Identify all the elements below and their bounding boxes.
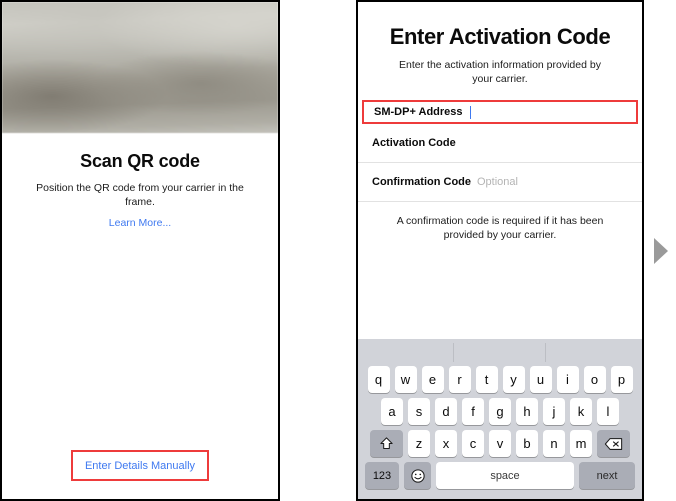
- keyboard-row-3: zxcvbnm: [358, 430, 642, 457]
- suggestion-divider-1: [453, 343, 454, 362]
- key-y[interactable]: y: [502, 366, 525, 393]
- key-c[interactable]: c: [462, 430, 484, 457]
- key-i[interactable]: i: [556, 366, 579, 393]
- keyboard-row-2: asdfghjkl: [358, 398, 642, 425]
- confirmation-code-note: A confirmation code is required if it ha…: [396, 215, 604, 241]
- key-e[interactable]: e: [421, 366, 444, 393]
- key-u[interactable]: u: [529, 366, 552, 393]
- keyboard-row-1: qwertyuiop: [358, 366, 642, 393]
- scan-qr-content: Scan QR code Position the QR code from y…: [2, 151, 278, 231]
- key-k[interactable]: k: [570, 398, 592, 425]
- keyboard-row-3-letters: zxcvbnm: [408, 430, 592, 457]
- key-r[interactable]: r: [448, 366, 471, 393]
- right-arrow-icon: [654, 238, 668, 264]
- key-j[interactable]: j: [543, 398, 565, 425]
- enter-details-manually-button[interactable]: Enter Details Manually: [85, 460, 195, 472]
- numbers-key[interactable]: 123: [365, 462, 399, 489]
- activation-code-field[interactable]: Activation Code: [358, 124, 642, 163]
- confirmation-code-field[interactable]: Confirmation Code Optional: [358, 163, 642, 202]
- key-x[interactable]: x: [435, 430, 457, 457]
- key-z[interactable]: z: [408, 430, 430, 457]
- keyboard-suggestion-bar[interactable]: [358, 339, 642, 366]
- key-d[interactable]: d: [435, 398, 457, 425]
- manual-entry-highlight-box: Enter Details Manually: [70, 450, 210, 481]
- key-o[interactable]: o: [583, 366, 606, 393]
- form-header: Enter Activation Code Enter the activati…: [358, 2, 642, 100]
- page-title: Enter Activation Code: [389, 24, 611, 49]
- key-w[interactable]: w: [394, 366, 417, 393]
- key-s[interactable]: s: [408, 398, 430, 425]
- activation-code-label: Activation Code: [372, 137, 456, 149]
- confirmation-code-optional-tag: Optional: [477, 176, 518, 188]
- key-m[interactable]: m: [570, 430, 592, 457]
- delete-icon[interactable]: [597, 430, 630, 457]
- shift-icon[interactable]: [370, 430, 403, 457]
- page-title: Scan QR code: [80, 151, 200, 171]
- scan-qr-screen: Scan QR code Position the QR code from y…: [0, 0, 280, 501]
- next-key[interactable]: next: [579, 462, 635, 489]
- key-b[interactable]: b: [516, 430, 538, 457]
- key-q[interactable]: q: [367, 366, 390, 393]
- key-g[interactable]: g: [489, 398, 511, 425]
- key-l[interactable]: l: [597, 398, 619, 425]
- suggestion-divider-2: [545, 343, 546, 362]
- key-n[interactable]: n: [543, 430, 565, 457]
- key-a[interactable]: a: [381, 398, 403, 425]
- manual-entry-area: Enter Details Manually: [2, 450, 278, 481]
- confirmation-code-label: Confirmation Code: [372, 176, 471, 188]
- sm-dp-address-label: SM-DP+ Address: [374, 106, 463, 118]
- sm-dp-address-field[interactable]: SM-DP+ Address: [362, 100, 638, 124]
- key-t[interactable]: t: [475, 366, 498, 393]
- space-key[interactable]: space: [436, 462, 574, 489]
- text-cursor: [469, 105, 472, 119]
- key-v[interactable]: v: [489, 430, 511, 457]
- scan-description: Position the QR code from your carrier i…: [36, 182, 244, 208]
- form-subtitle: Enter the activation information provide…: [399, 59, 601, 85]
- key-h[interactable]: h: [516, 398, 538, 425]
- learn-more-link[interactable]: Learn More...: [109, 217, 171, 229]
- key-f[interactable]: f: [462, 398, 484, 425]
- key-p[interactable]: p: [610, 366, 633, 393]
- emoji-icon[interactable]: [404, 462, 431, 489]
- keyboard-row-4: 123 space next: [358, 462, 642, 489]
- onscreen-keyboard: qwertyuiop asdfghjkl zxcvbnm 123 space n…: [358, 339, 642, 499]
- enter-activation-code-screen: Enter Activation Code Enter the activati…: [356, 0, 644, 501]
- camera-preview[interactable]: [2, 2, 278, 133]
